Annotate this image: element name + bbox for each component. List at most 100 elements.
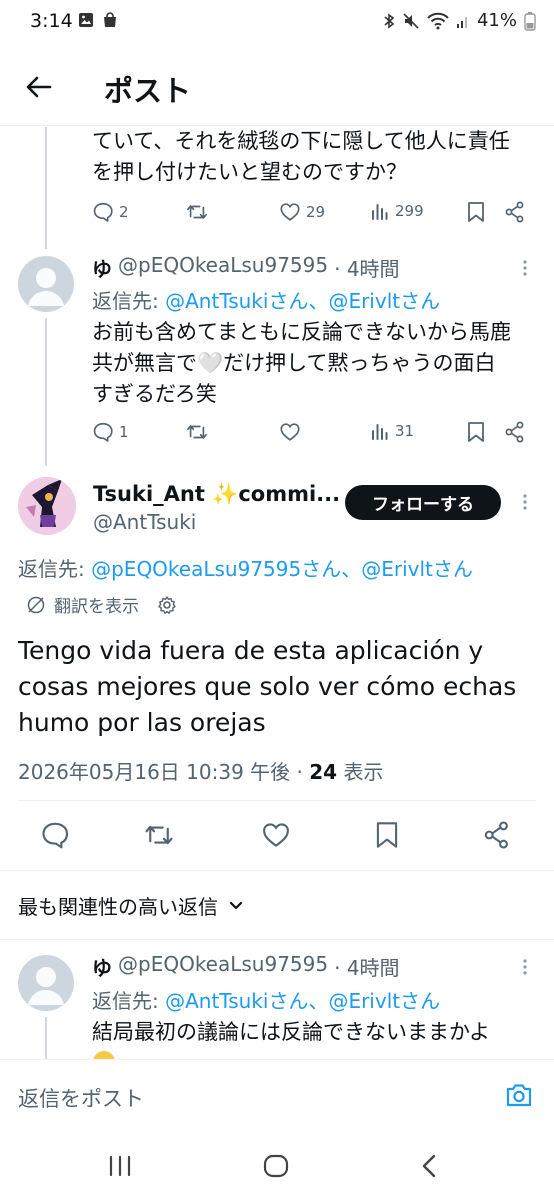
reply2-replying-to: 返信先: @AntTsukiさん、@Erivltさん bbox=[92, 985, 440, 1014]
main-post-text[interactable]: Tengo vida fuera de esta aplicación y co… bbox=[18, 633, 548, 741]
reply-sort-dropdown[interactable]: 最も関連性の高い返信 bbox=[18, 891, 244, 920]
battery-icon bbox=[524, 11, 536, 31]
previous-post-text[interactable]: ていて、それを絨毯の下に隠して他人に責任 を押し付けたいと望むのですか？ bbox=[92, 126, 532, 188]
bookmark-button[interactable] bbox=[466, 421, 486, 443]
share-button[interactable] bbox=[505, 201, 525, 223]
reply-count: 2 bbox=[119, 203, 129, 221]
replying-to-label: 返信先: bbox=[18, 557, 85, 581]
main-author-name[interactable]: Tsuki_Ant ✨commi... bbox=[93, 482, 340, 507]
reply1-author-row: ゆ @pEQOkeaLsu97595 · 4時間 bbox=[92, 253, 400, 282]
repost-button[interactable] bbox=[186, 201, 208, 223]
shopping-bag-icon bbox=[102, 12, 118, 28]
reply-input[interactable]: 返信をポスト bbox=[18, 1083, 144, 1113]
translate-icon bbox=[26, 595, 46, 615]
back-arrow-icon bbox=[25, 73, 53, 101]
avatar[interactable] bbox=[18, 955, 74, 1011]
post-view-count: 24 bbox=[309, 760, 338, 784]
previous-post-text-line: を押し付けたいと望むのですか？ bbox=[92, 160, 407, 184]
like-button[interactable] bbox=[261, 820, 291, 850]
reply-text-line: お前も含めてまともに反論できないから馬鹿 bbox=[92, 320, 511, 344]
heart-icon bbox=[279, 201, 301, 223]
share-button[interactable] bbox=[505, 421, 525, 443]
divider bbox=[0, 939, 554, 940]
system-nav-bar bbox=[0, 1135, 554, 1200]
more-options-button[interactable] bbox=[515, 957, 535, 977]
avatar[interactable] bbox=[18, 256, 74, 312]
battery-percentage: 41% bbox=[476, 10, 517, 31]
view-count: 31 bbox=[395, 422, 415, 440]
author-display-name[interactable]: ゆ bbox=[92, 952, 112, 981]
reply-button[interactable] bbox=[40, 820, 70, 850]
reply-icon bbox=[92, 421, 114, 443]
bookmark-icon bbox=[466, 201, 486, 223]
follow-button[interactable]: フォローする bbox=[345, 485, 501, 520]
page-title: ポスト bbox=[104, 74, 192, 108]
emoji-partial bbox=[92, 1050, 116, 1059]
replying-to-label: 返信先: bbox=[92, 989, 159, 1013]
reply-icon bbox=[40, 820, 70, 850]
reply-button[interactable]: 2 bbox=[92, 201, 129, 223]
post-timestamp[interactable]: 2026年05月16日 10:39 午後 bbox=[18, 760, 290, 784]
author-handle[interactable]: @pEQOkeaLsu97595 bbox=[118, 253, 328, 282]
bookmark-button[interactable] bbox=[374, 820, 400, 850]
views-button[interactable]: 31 bbox=[370, 421, 414, 441]
back-button[interactable] bbox=[22, 70, 56, 104]
status-time: 3:14 bbox=[30, 10, 73, 32]
analytics-icon bbox=[370, 201, 390, 221]
replying-to-users[interactable]: @pEQOkeaLsu97595さん、@Erivltさん bbox=[91, 557, 473, 581]
reply-count: 1 bbox=[119, 423, 129, 441]
status-bar: 3:14 41% bbox=[0, 0, 554, 46]
default-avatar-icon bbox=[28, 268, 64, 306]
status-icons-left bbox=[78, 12, 118, 28]
views-button[interactable]: 299 bbox=[370, 201, 424, 221]
post-time: · 4時間 bbox=[334, 257, 400, 281]
post-meta: 2026年05月16日 10:39 午後 · 24 表示 bbox=[18, 756, 383, 785]
like-button[interactable]: 29 bbox=[279, 201, 325, 223]
like-count: 29 bbox=[306, 203, 326, 221]
replying-to-users[interactable]: @AntTsukiさん、@Erivltさん bbox=[165, 989, 440, 1013]
bookmark-button[interactable] bbox=[466, 201, 486, 223]
repost-icon bbox=[186, 421, 208, 443]
main-post-text-line: humo por las orejas bbox=[18, 708, 266, 737]
main-author-handle[interactable]: @AntTsuki bbox=[93, 510, 196, 534]
author-avatar[interactable] bbox=[18, 477, 76, 535]
repost-button[interactable] bbox=[186, 421, 208, 443]
settings-gear-icon[interactable] bbox=[157, 595, 177, 615]
share-button[interactable] bbox=[484, 820, 510, 850]
meta-separator: · bbox=[296, 760, 303, 784]
gallery-icon bbox=[78, 12, 94, 28]
repost-button[interactable] bbox=[144, 820, 174, 850]
reply-icon bbox=[92, 201, 114, 223]
more-vertical-icon bbox=[522, 259, 528, 277]
more-options-button[interactable] bbox=[515, 492, 535, 512]
chevron-down-icon bbox=[228, 900, 244, 912]
avatar-image bbox=[18, 477, 76, 535]
author-handle[interactable]: @pEQOkeaLsu97595 bbox=[118, 952, 328, 981]
recent-apps-icon[interactable] bbox=[108, 1155, 132, 1177]
more-vertical-icon bbox=[522, 958, 528, 976]
reply-composer-bar: 返信をポスト bbox=[0, 1059, 554, 1135]
reply1-text[interactable]: お前も含めてまともに反論できないから馬鹿 共が無言で🤍だけ押して黙っちゃうの面白… bbox=[92, 317, 542, 410]
reply2-text[interactable]: 結局最初の議論には反論できないままかよ bbox=[92, 1017, 542, 1048]
bookmark-icon bbox=[374, 820, 400, 850]
status-icons-right: 41% bbox=[383, 10, 536, 31]
main-post-text-line: cosas mejores que solo ver cómo echas bbox=[18, 672, 517, 701]
heart-icon bbox=[279, 421, 301, 443]
reply1-replying-to: 返信先: @AntTsukiさん、@Erivltさん bbox=[92, 285, 440, 314]
back-nav-icon[interactable] bbox=[421, 1153, 437, 1179]
translate-link[interactable]: 翻訳を表示 bbox=[54, 592, 139, 617]
repost-icon bbox=[144, 820, 174, 850]
share-icon bbox=[484, 820, 510, 850]
analytics-icon bbox=[370, 421, 390, 441]
like-button[interactable] bbox=[279, 421, 301, 443]
replying-to-users[interactable]: @AntTsukiさん、@Erivltさん bbox=[165, 289, 440, 313]
bookmark-icon bbox=[466, 421, 486, 443]
main-post-actions bbox=[0, 820, 554, 852]
camera-icon[interactable] bbox=[505, 1082, 533, 1108]
reply-button[interactable]: 1 bbox=[92, 421, 129, 443]
more-options-button[interactable] bbox=[515, 258, 535, 278]
home-icon[interactable] bbox=[263, 1154, 289, 1178]
share-icon bbox=[505, 421, 525, 443]
author-display-name[interactable]: ゆ bbox=[92, 253, 112, 282]
top-header: ポスト bbox=[0, 46, 554, 126]
